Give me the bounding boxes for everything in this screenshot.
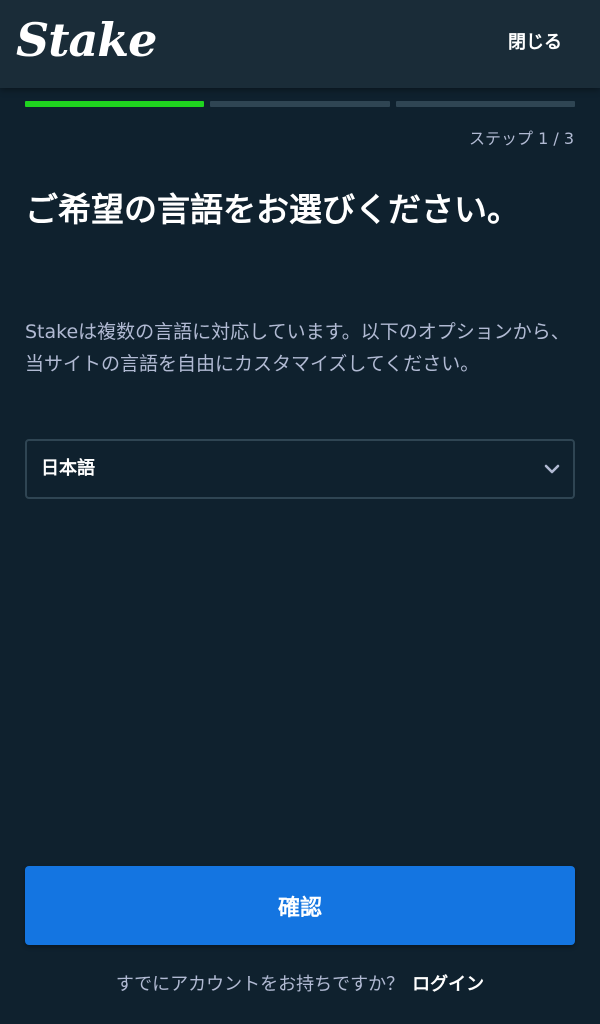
step-progress-bar: [25, 101, 575, 107]
progress-segment-3: [395, 101, 575, 107]
step-indicator: ステップ 1 / 3: [468, 129, 574, 148]
progress-segment-2: [210, 101, 390, 107]
progress-segment-1: [25, 101, 205, 107]
login-prompt-text: すでにアカウントをお持ちですか？: [115, 974, 405, 995]
top-header: Stake 閉じる: [0, 0, 600, 88]
confirm-button[interactable]: 確認: [25, 866, 575, 945]
login-prompt: すでにアカウントをお持ちですか？ ログイン: [0, 972, 600, 998]
login-link[interactable]: ログイン: [412, 974, 484, 995]
chevron-down-icon: [544, 464, 560, 474]
language-select-value: 日本語: [41, 458, 95, 479]
page-title: ご希望の言語をお選びください。: [25, 190, 520, 229]
page-description: Stakeは複数の言語に対応しています。以下のオプションから、当サイトの言語を自…: [25, 321, 570, 375]
close-button[interactable]: 閉じる: [508, 30, 562, 56]
stake-logo[interactable]: Stake: [16, 10, 157, 70]
language-select[interactable]: 日本語: [25, 439, 575, 499]
